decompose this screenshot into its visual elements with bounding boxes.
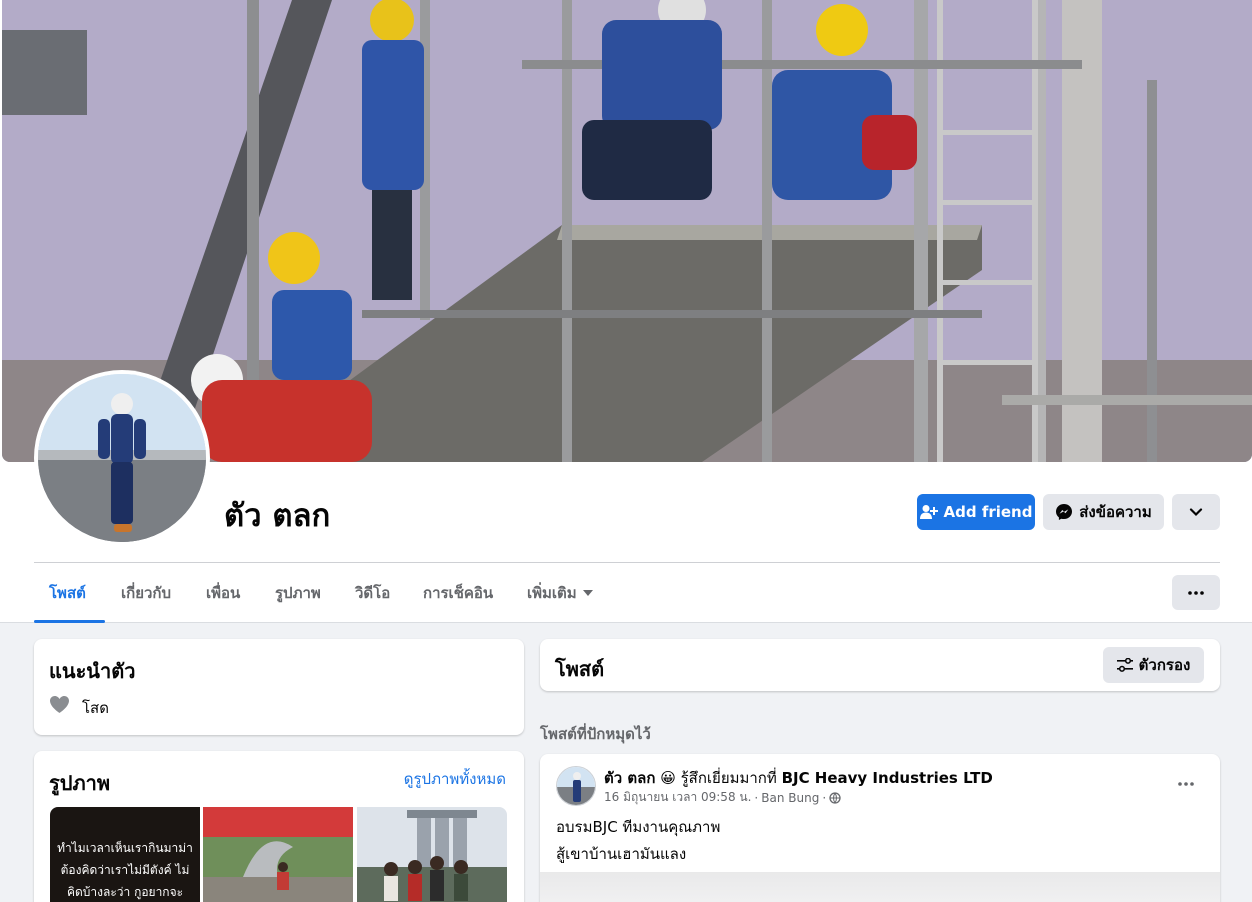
tab-photos[interactable]: รูปภาพ: [275, 578, 321, 608]
separator-dot: ·: [822, 790, 827, 805]
active-tab-indicator: [34, 620, 105, 623]
add-friend-button[interactable]: Add friend: [917, 494, 1035, 530]
ellipsis-icon: [1178, 782, 1194, 786]
feeling-emoji: 😀: [660, 769, 676, 787]
posts-title: โพสต์: [555, 657, 605, 681]
post-author-avatar[interactable]: [556, 766, 596, 806]
intro-title: แนะนำตัว: [49, 659, 136, 683]
chevron-down-icon: [1189, 508, 1203, 517]
photo-caption: ทำไมเวลาเห็นเรากินมาม่า ต้องคิดว่าเราไม่…: [57, 841, 193, 899]
post-location[interactable]: Ban Bung: [761, 791, 819, 805]
photos-title: รูปภาพ: [49, 771, 111, 795]
tab-label: รูปภาพ: [275, 584, 321, 602]
profile-avatar[interactable]: [34, 370, 210, 546]
profile-header: ตัว ตลก Add friend ส่งข้อความ โพสต์ เกี่…: [0, 0, 1252, 623]
tab-label: โพสต์: [49, 584, 86, 602]
globe-icon: [829, 791, 841, 804]
messenger-icon: [1056, 504, 1073, 520]
profile-dropdown-button[interactable]: [1172, 494, 1220, 530]
photo-thumbnail[interactable]: [357, 807, 507, 902]
cover-photo-illustration: [2, 0, 1252, 462]
message-label: ส่งข้อความ: [1079, 503, 1152, 521]
ellipsis-icon: [1188, 590, 1204, 595]
post-image[interactable]: [540, 872, 1220, 902]
tab-label: เพื่อน: [206, 584, 241, 602]
see-all-photos-link[interactable]: ดูรูปภาพทั้งหมด: [404, 767, 506, 791]
tab-label: วิดีโอ: [355, 584, 391, 602]
tab-friends[interactable]: เพื่อน: [206, 578, 240, 608]
filter-button[interactable]: ตัวกรอง: [1103, 647, 1204, 683]
heart-icon: [50, 696, 69, 713]
intro-card: แนะนำตัว โสด: [34, 639, 524, 735]
header-divider: [34, 562, 1220, 563]
message-button[interactable]: ส่งข้อความ: [1043, 494, 1164, 530]
person-plus-icon: [919, 505, 938, 519]
post-options-button[interactable]: [1168, 772, 1204, 796]
avatar-illustration: [38, 374, 206, 542]
tab-checkins[interactable]: การเช็คอิน: [423, 578, 493, 608]
photo-illustration: [203, 807, 353, 902]
tab-posts[interactable]: โพสต์: [49, 578, 86, 608]
post-subline: 16 มิถุนายน เวลา 09:58 น. · Ban Bung ·: [604, 788, 841, 807]
tab-label: การเช็คอิน: [423, 584, 494, 602]
filter-label: ตัวกรอง: [1138, 656, 1191, 674]
profile-name: ตัว ตลก: [224, 498, 331, 534]
photos-card: รูปภาพ ดูรูปภาพทั้งหมด ทำไมเวลาเห็นเรากิ…: [34, 751, 524, 902]
photo-illustration: [357, 807, 507, 902]
cover-photo[interactable]: [2, 0, 1252, 462]
post-timestamp[interactable]: 16 มิถุนายน เวลา 09:58 น.: [604, 788, 751, 807]
tab-about[interactable]: เกี่ยวกับ: [121, 578, 171, 608]
post-text-line: อบรมBJC ทีมงานคุณภาพ: [556, 818, 721, 836]
relationship-status: โสด: [82, 699, 109, 717]
avatar-illustration: [557, 767, 595, 805]
post-author-name[interactable]: ตัว ตลก: [604, 769, 655, 787]
tab-more[interactable]: เพิ่มเติม: [527, 578, 593, 608]
avatar-photo: [38, 374, 206, 542]
post-card: ตัว ตลก 😀 รู้สึกเยี่ยมมากที่ BJC Heavy I…: [540, 754, 1220, 902]
separator-dot: ·: [754, 790, 759, 805]
post-feeling-text: รู้สึกเยี่ยมมากที่: [680, 769, 777, 787]
caret-down-icon: [582, 590, 593, 596]
posts-header-card: โพสต์ ตัวกรอง: [540, 639, 1220, 691]
post-place-link[interactable]: BJC Heavy Industries LTD: [782, 769, 993, 787]
tab-label: เกี่ยวกับ: [121, 584, 172, 602]
more-options-button[interactable]: [1172, 575, 1220, 610]
tab-videos[interactable]: วิดีโอ: [355, 578, 390, 608]
sliders-icon: [1116, 658, 1133, 672]
post-header-line: ตัว ตลก 😀 รู้สึกเยี่ยมมากที่ BJC Heavy I…: [604, 766, 993, 790]
add-friend-label: Add friend: [943, 503, 1033, 521]
pinned-posts-label: โพสต์ที่ปักหมุดไว้: [540, 725, 651, 743]
post-text-line: สู้เขาบ้านเฮามันแลง: [556, 845, 687, 863]
tab-label: เพิ่มเติม: [527, 584, 577, 602]
photo-thumbnail[interactable]: [203, 807, 353, 902]
photo-thumbnail[interactable]: ทำไมเวลาเห็นเรากินมาม่า ต้องคิดว่าเราไม่…: [50, 807, 200, 902]
